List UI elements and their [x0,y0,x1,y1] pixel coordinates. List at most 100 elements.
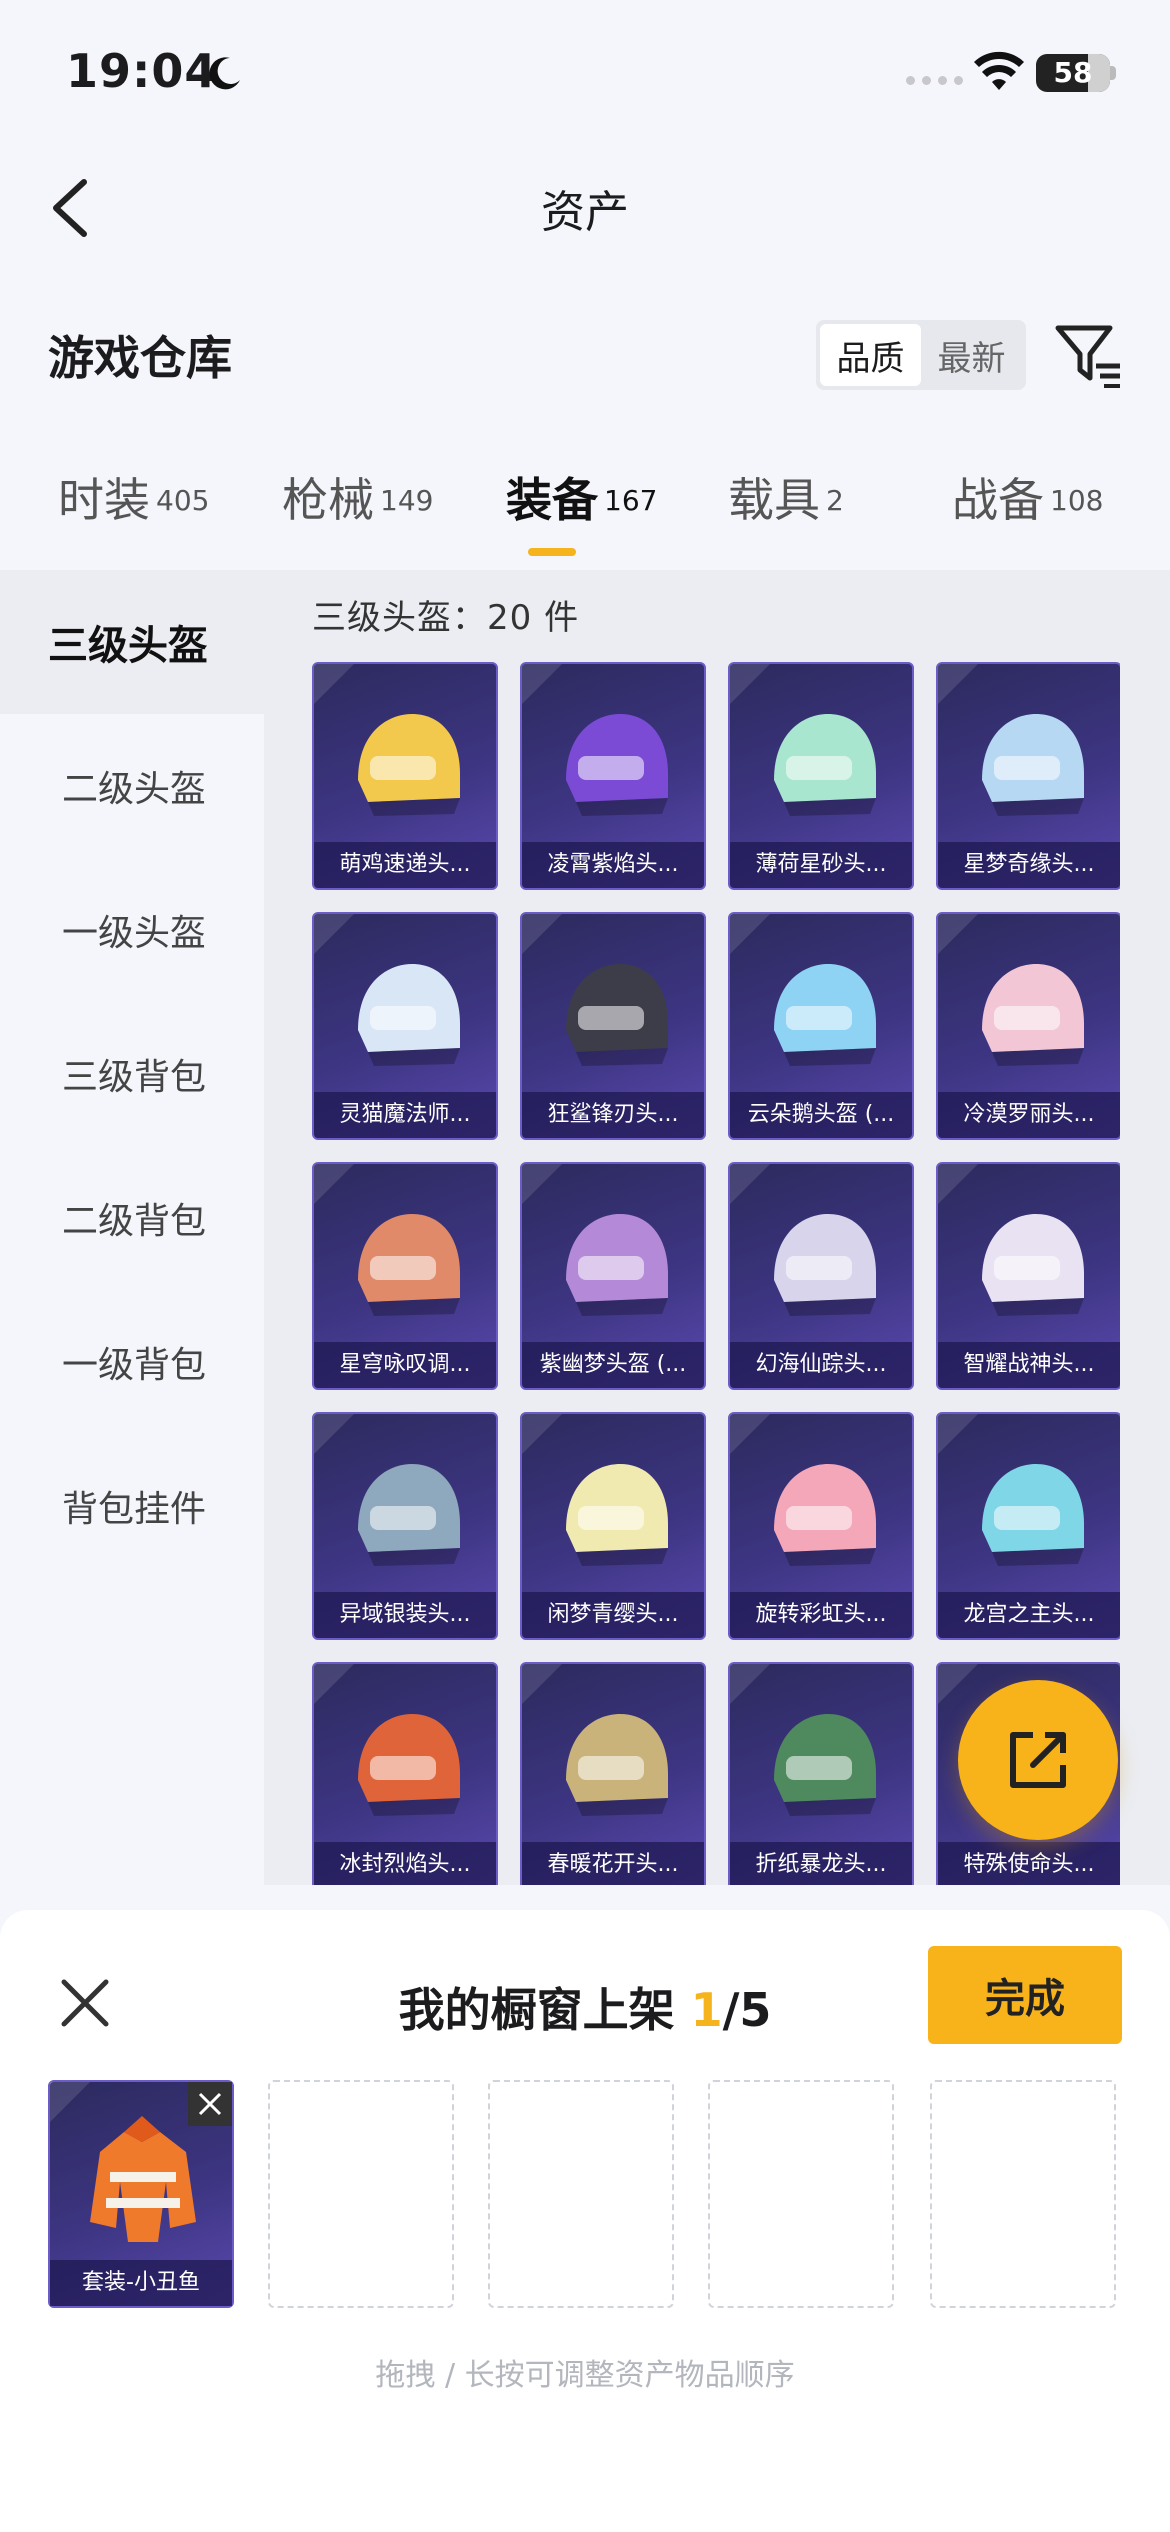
helmet-thumbnail [982,1464,1084,1566]
sidebar-item-backpack-lv1[interactable]: 一级背包 [0,1290,264,1434]
helmet-card[interactable]: 凌霄紫焰头... [520,662,706,890]
helmet-card[interactable]: 萌鸡速递头... [312,662,498,890]
showcase-count: 1 [690,1983,723,2037]
helmet-card-label: 云朵鹅头盔 (... [730,1092,912,1138]
showcase-sheet: 我的橱窗上架 1/5 完成 套装-小丑鱼 拖拽 / 长按可调整资产物品顺序 [0,1910,1170,2532]
helmet-thumbnail [774,1214,876,1316]
helmet-card[interactable]: 灵猫魔法师... [312,912,498,1140]
helmet-thumbnail [566,964,668,1066]
helmet-card-label: 星梦奇缘头... [938,842,1120,888]
showcase-slot-1[interactable]: 套装-小丑鱼 [48,2080,234,2308]
sidebar-item-helmet-lv1[interactable]: 一级头盔 [0,858,264,1002]
status-time: 19:04 [66,44,218,98]
filter-icon [1055,325,1120,388]
category-tabs: 时装 405 枪械 149 装备 167 载具 2 战备 108 [0,464,1170,564]
helmet-card-label: 紫幽梦头盔 (... [522,1342,704,1388]
helmet-thumbnail [774,1464,876,1566]
helmet-card[interactable]: 异域银装头... [312,1412,498,1640]
sidebar-item-helmet-lv2[interactable]: 二级头盔 [0,714,264,858]
helmet-thumbnail [358,714,460,816]
helmet-thumbnail [566,1464,668,1566]
helmet-card[interactable]: 龙宫之主头... [936,1412,1120,1640]
helmet-card-label: 折纸暴龙头... [730,1842,912,1885]
helmet-thumbnail [774,964,876,1066]
category-sidebar: 三级头盔 二级头盔 一级头盔 三级背包 二级背包 一级背包 背包挂件 [0,570,264,1885]
helmet-card[interactable]: 狂鲨锋刃头... [520,912,706,1140]
helmet-card[interactable]: 冷漠罗丽头... [936,912,1120,1140]
sidebar-item-backpack-charm[interactable]: 背包挂件 [0,1434,264,1578]
outfit-thumbnail [90,2116,196,2242]
tab-fashion[interactable]: 时装 405 [58,464,209,564]
tab-supplies[interactable]: 战备 108 [952,464,1103,564]
helmet-card-label: 冰封烈焰头... [314,1842,496,1885]
reorder-hint: 拖拽 / 长按可调整资产物品顺序 [375,2358,795,2393]
section-title: 游戏仓库 [48,331,232,385]
page-title: 资产 [541,187,629,238]
close-icon [198,2092,222,2116]
showcase-slot-5[interactable] [930,2080,1116,2308]
helmet-card-label: 智耀战神头... [938,1342,1120,1388]
helmet-thumbnail [982,964,1084,1066]
helmet-card-label: 狂鲨锋刃头... [522,1092,704,1138]
helmet-thumbnail [566,1714,668,1816]
battery-level: 58 [1053,56,1093,89]
showcase-slot-label: 套装-小丑鱼 [50,2260,232,2306]
helmet-card[interactable]: 薄荷星砂头... [728,662,914,890]
sidebar-item-backpack-lv2[interactable]: 二级背包 [0,1146,264,1290]
helmet-card[interactable]: 云朵鹅头盔 (... [728,912,914,1140]
helmet-card-label: 薄荷星砂头... [730,842,912,888]
done-button[interactable]: 完成 [928,1946,1122,2044]
helmet-card-label: 春暖花开头... [522,1842,704,1885]
helmet-card-label: 龙宫之主头... [938,1592,1120,1638]
helmet-thumbnail [358,1464,460,1566]
helmet-thumbnail [358,964,460,1066]
filter-button[interactable] [1054,322,1124,388]
showcase-slot-3[interactable] [488,2080,674,2308]
helmet-card[interactable]: 春暖花开头... [520,1662,706,1885]
content-area: 三级头盔 二级头盔 一级头盔 三级背包 二级背包 一级背包 背包挂件 三级头盔：… [0,570,1170,1885]
helmet-card-label: 萌鸡速递头... [314,842,496,888]
helmet-thumbnail [566,714,668,816]
helmet-thumbnail [982,1214,1084,1316]
moon-icon [209,57,240,90]
helmet-card[interactable]: 智耀战神头... [936,1162,1120,1390]
tab-vehicles[interactable]: 载具 2 [728,464,844,564]
helmet-thumbnail [358,1214,460,1316]
helmet-thumbnail [566,1214,668,1316]
sort-latest-button[interactable]: 最新 [921,324,1022,386]
remove-item-button[interactable] [188,2082,232,2126]
sidebar-item-helmet-lv3[interactable]: 三级头盔 [0,570,264,714]
helmet-card[interactable]: 冰封烈焰头... [312,1662,498,1885]
helmet-card[interactable]: 旋转彩虹头... [728,1412,914,1640]
helmet-thumbnail [982,714,1084,816]
helmet-card[interactable]: 紫幽梦头盔 (... [520,1162,706,1390]
sort-toggle: 品质 最新 [816,320,1026,390]
sidebar-item-backpack-lv3[interactable]: 三级背包 [0,1002,264,1146]
showcase-slot-2[interactable] [268,2080,454,2308]
helmet-thumbnail [774,714,876,816]
helmet-card[interactable]: 星穹咏叹调... [312,1162,498,1390]
helmet-thumbnail [358,1714,460,1816]
helmet-card-label: 凌霄紫焰头... [522,842,704,888]
sort-quality-button[interactable]: 品质 [820,324,921,386]
helmet-thumbnail [774,1714,876,1816]
status-bar: 19:04 58 [0,0,1170,150]
helmet-card-label: 幻海仙踪头... [730,1342,912,1388]
helmet-card-label: 灵猫魔法师... [314,1092,496,1138]
helmet-card-label: 特殊使命头... [938,1842,1120,1885]
showcase-slot-4[interactable] [708,2080,894,2308]
active-tab-indicator [528,548,576,556]
helmet-card-label: 星穹咏叹调... [314,1342,496,1388]
helmet-card[interactable]: 闲梦青缨头... [520,1412,706,1640]
helmet-card-label: 闲梦青缨头... [522,1592,704,1638]
helmet-card-label: 异域银装头... [314,1592,496,1638]
tab-weapons[interactable]: 枪械 149 [282,464,433,564]
helmet-card-label: 冷漠罗丽头... [938,1092,1120,1138]
cellular-signal-icon [906,76,963,85]
grid-header: 三级头盔：20 件 [312,598,580,638]
helmet-card[interactable]: 星梦奇缘头... [936,662,1120,890]
helmet-card-label: 旋转彩虹头... [730,1592,912,1638]
share-button[interactable] [958,1680,1118,1840]
helmet-card[interactable]: 幻海仙踪头... [728,1162,914,1390]
helmet-card[interactable]: 折纸暴龙头... [728,1662,914,1885]
